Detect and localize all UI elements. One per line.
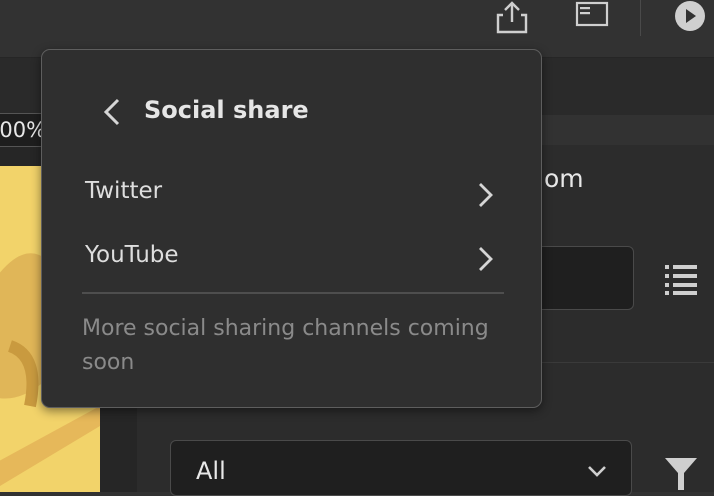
dropdown-value: All [196, 457, 226, 485]
panel-title-fragment: om [544, 164, 584, 193]
play-icon[interactable] [672, 0, 708, 36]
popover-divider [82, 292, 504, 294]
panel-icon[interactable] [574, 0, 610, 28]
menu-item-twitter[interactable]: Twitter [83, 170, 503, 222]
zoom-level[interactable]: 100% [0, 113, 42, 147]
chevron-right-icon [479, 183, 493, 207]
chevron-down-icon [588, 466, 606, 477]
menu-item-label: YouTube [85, 242, 179, 268]
filter-dropdown[interactable]: All [170, 440, 632, 496]
back-icon[interactable] [98, 94, 126, 130]
menu-item-label: Twitter [85, 178, 163, 204]
coming-soon-note: More social sharing channels coming soon [82, 316, 489, 375]
social-share-popover: Social share Twitter YouTube More social… [41, 49, 542, 408]
share-icon[interactable] [494, 0, 530, 36]
filter-icon[interactable] [663, 455, 699, 491]
popover-title: Social share [144, 96, 309, 124]
toolbar-divider [640, 0, 641, 36]
menu-item-youtube[interactable]: YouTube [83, 234, 503, 286]
list-icon[interactable] [663, 262, 699, 296]
chevron-right-icon [479, 247, 493, 271]
